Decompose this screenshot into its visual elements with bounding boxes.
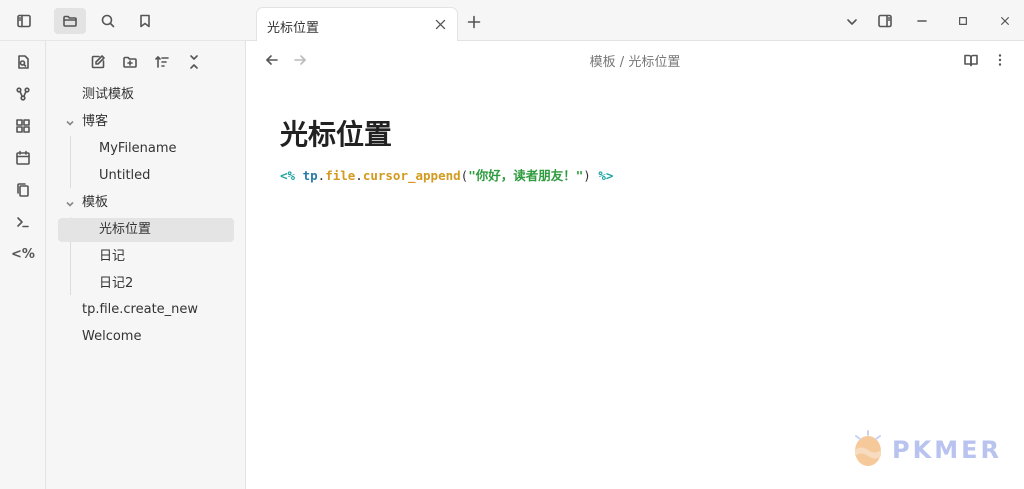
sidebar-header	[0, 0, 246, 41]
tree-item-label: 测试模板	[82, 87, 135, 102]
new-note-icon[interactable]	[82, 49, 114, 75]
file-explorer: 测试模板 博客 MyFilename Untitled 模板 光标位置 日记 日…	[46, 41, 246, 489]
code-close-tag: %>	[598, 168, 614, 183]
code-function: cursor_append	[362, 168, 461, 183]
open-quick-switcher-icon[interactable]	[9, 48, 37, 76]
tree-item-label: 日记	[99, 249, 126, 264]
tree-item-label: 博客	[82, 114, 109, 129]
breadcrumb-folder[interactable]: 模板	[590, 55, 616, 70]
terminal-icon[interactable]	[9, 208, 37, 236]
toggle-sidebar-icon[interactable]	[8, 8, 40, 34]
copy-icon[interactable]	[9, 176, 37, 204]
tree-item-folder[interactable]: 测试模板	[82, 83, 134, 107]
tree-item-folder-templates[interactable]: 模板	[82, 191, 108, 215]
maximize-icon[interactable]	[953, 11, 973, 31]
chevron-down-icon[interactable]	[64, 117, 76, 129]
code-open-tag: <%	[280, 168, 296, 183]
tree-item-label: Welcome	[82, 329, 142, 344]
code-obj: file	[325, 168, 356, 183]
tree-item-label: Untitled	[99, 168, 151, 183]
tree-item-file[interactable]: 日记2	[99, 272, 133, 296]
chevron-down-icon[interactable]	[64, 198, 76, 210]
tab-bar: 光标位置	[246, 0, 1024, 42]
pkmer-logo: PKMER	[848, 430, 1008, 470]
breadcrumb-file[interactable]: 光标位置	[628, 55, 680, 70]
tree-item-file[interactable]: tp.file.create_new	[82, 298, 198, 322]
tree-item-file[interactable]: Welcome	[82, 325, 141, 349]
tree-item-folder-blog[interactable]: 博客	[82, 110, 108, 134]
tree-item-file[interactable]: Untitled	[99, 164, 150, 188]
minimize-icon[interactable]	[912, 11, 932, 31]
window-close-icon[interactable]	[995, 11, 1015, 31]
code-var: tp	[302, 168, 318, 183]
tree-item-file[interactable]: 日记	[99, 245, 125, 269]
tree-item-label: tp.file.create_new	[82, 302, 199, 317]
collapse-all-icon[interactable]	[178, 49, 210, 75]
bookmark-icon[interactable]	[129, 8, 161, 34]
code-string: "你好，读者朋友！"	[468, 168, 584, 183]
tree-item-label: MyFilename	[99, 141, 177, 156]
pkmer-logo-text: PKMER	[892, 436, 1002, 464]
graph-view-icon[interactable]	[9, 80, 37, 108]
tree-item-label: 日记2	[99, 276, 134, 291]
calendar-icon[interactable]	[9, 144, 37, 172]
pkmer-egg-icon	[855, 430, 881, 466]
new-tab-icon[interactable]	[464, 12, 484, 32]
templater-code-line[interactable]: <% tp.file.cursor_append("你好，读者朋友！") %>	[280, 165, 613, 184]
ribbon: <%	[0, 41, 46, 489]
close-icon[interactable]	[431, 15, 449, 33]
canvas-icon[interactable]	[9, 112, 37, 140]
tab-title: 光标位置	[267, 21, 320, 36]
tree-item-label: 光标位置	[99, 222, 152, 237]
breadcrumb: 模板 / 光标位置	[246, 51, 1024, 70]
editor-pane: 模板 / 光标位置 光标位置 <% tp.file.cursor_append(…	[246, 41, 1024, 489]
search-icon[interactable]	[92, 8, 124, 34]
note-title[interactable]: 光标位置	[280, 113, 392, 153]
tree-item-file-active[interactable]: 光标位置	[58, 218, 234, 242]
tree-item-file[interactable]: MyFilename	[99, 137, 177, 161]
tab-active[interactable]: 光标位置	[256, 7, 458, 42]
reading-view-book-icon[interactable]	[960, 50, 982, 70]
breadcrumb-separator: /	[619, 55, 625, 70]
code-dot: .	[355, 168, 363, 183]
sort-icon[interactable]	[146, 49, 178, 75]
tree-item-label: 模板	[82, 195, 109, 210]
code-paren: )	[583, 168, 591, 183]
templater-icon[interactable]: <%	[9, 240, 37, 268]
more-options-icon[interactable]	[990, 50, 1010, 70]
tab-list-chevron-down-icon[interactable]	[842, 12, 862, 32]
new-folder-icon[interactable]	[114, 49, 146, 75]
tree-guide	[70, 136, 71, 188]
folder-icon[interactable]	[54, 8, 86, 34]
toggle-right-sidebar-icon[interactable]	[874, 11, 896, 31]
